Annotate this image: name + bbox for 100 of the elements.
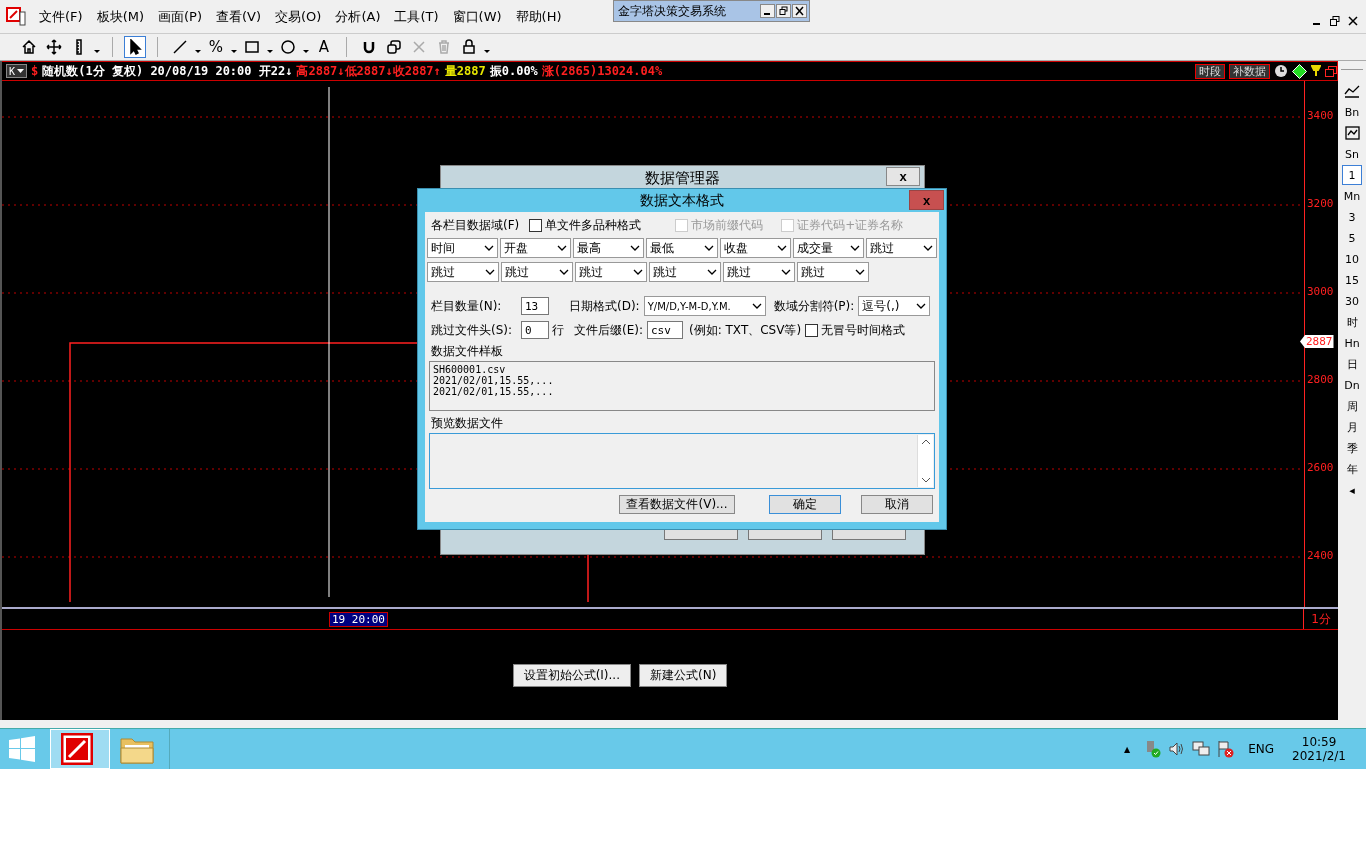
diamond-icon[interactable] — [1292, 63, 1307, 79]
flag-icon[interactable] — [1216, 740, 1235, 758]
axis-label: 3400 — [1307, 109, 1334, 122]
axis-label: 2800 — [1307, 373, 1334, 386]
period-button[interactable]: 30 — [1342, 291, 1362, 311]
dropdown[interactable]: Y/M/D,Y-M-D,Y.M. — [643, 296, 766, 316]
close-icon[interactable] — [1348, 15, 1358, 26]
chevron-icon — [559, 269, 569, 275]
menu-item[interactable]: 窗口(W) — [445, 7, 509, 26]
wave-chart-icon[interactable] — [1342, 123, 1362, 143]
input-field[interactable]: 0 — [521, 321, 549, 339]
window-icon[interactable] — [1325, 65, 1337, 77]
scroll-down-icon[interactable] — [920, 477, 931, 483]
chevron-icon — [923, 245, 933, 251]
window-title: 金字塔决策交易系统 — [618, 2, 727, 20]
dropdown[interactable]: 最低 — [646, 238, 718, 258]
period-button[interactable]: 季 — [1342, 438, 1362, 458]
input-field[interactable]: csv — [647, 321, 683, 339]
period-button[interactable]: 时 — [1342, 312, 1362, 332]
dropdown[interactable]: 跳过 — [649, 262, 721, 282]
period-button[interactable]: ◂ — [1342, 480, 1362, 500]
period-button[interactable]: 月 — [1342, 417, 1362, 437]
chart-button[interactable]: 补数据 — [1229, 63, 1270, 79]
minimize-icon[interactable] — [760, 4, 775, 18]
mode-selector[interactable]: K — [6, 64, 28, 78]
dropdown[interactable]: 跳过 — [865, 238, 937, 258]
period-button[interactable]: 10 — [1342, 249, 1362, 269]
period-button[interactable]: 15 — [1342, 270, 1362, 290]
menu-item[interactable]: 文件(F) — [32, 7, 90, 26]
close-button[interactable]: x — [909, 190, 944, 210]
close-button[interactable]: x — [886, 167, 920, 186]
menu-item[interactable]: 画面(P) — [151, 7, 209, 26]
period-button[interactable]: 周 — [1342, 396, 1362, 416]
app-icon[interactable] — [50, 729, 110, 769]
menu-item[interactable]: 交易(O) — [268, 7, 329, 26]
scrollbar[interactable] — [917, 435, 933, 487]
checkbox-label: 证券代码+证券名称 — [797, 216, 904, 234]
dialog-button[interactable]: 确定 — [769, 495, 841, 514]
quote-text: 涨(2865)13024.04% — [541, 62, 663, 80]
pointer-icon[interactable] — [124, 36, 146, 58]
checkbox[interactable] — [805, 323, 819, 337]
field-label: 栏目数量(N): — [431, 297, 503, 315]
toolbar-button[interactable]: % — [205, 36, 227, 58]
period-button[interactable]: 5 — [1342, 228, 1362, 248]
caret-icon[interactable] — [17, 68, 25, 74]
menu-item[interactable]: 工具(T) — [387, 7, 446, 26]
period-button[interactable]: Dn — [1342, 375, 1362, 395]
scroll-up-icon[interactable] — [920, 439, 931, 445]
language-indicator[interactable]: ENG — [1248, 742, 1275, 756]
period-button[interactable]: Bn — [1342, 102, 1362, 122]
input-field[interactable]: 13 — [521, 297, 549, 315]
unit-label: 行 — [552, 321, 564, 339]
field-label: 文件后缀(E): — [574, 321, 643, 339]
menu-item[interactable]: 查看(V) — [209, 7, 269, 26]
close-icon[interactable] — [792, 4, 807, 18]
restore-icon[interactable] — [1330, 15, 1340, 26]
menu-item[interactable]: 帮助(H) — [508, 7, 569, 26]
chart-button[interactable]: 时段 — [1195, 63, 1225, 79]
checkbox[interactable] — [529, 218, 543, 232]
dropdown[interactable]: 跳过 — [501, 262, 573, 282]
minimized-window[interactable]: 金字塔决策交易系统 — [613, 0, 810, 22]
quote-text: 量2887 — [444, 62, 486, 80]
sample-text-box[interactable]: SH600001.csv 2021/02/01,15.55,... 2021/02/01,15.55,... — [429, 361, 935, 411]
period-button[interactable]: 1 — [1342, 165, 1362, 185]
tray-expand-button[interactable]: ▲ — [1124, 744, 1131, 754]
period-button[interactable]: Hn — [1342, 333, 1362, 353]
dropdown[interactable]: 跳过 — [575, 262, 647, 282]
period-button[interactable]: Sn — [1342, 144, 1362, 164]
clock-time: 10:59 — [1301, 735, 1337, 749]
clock-icon[interactable] — [1274, 64, 1288, 78]
chevron-icon — [751, 303, 762, 309]
preview-text-box[interactable] — [429, 433, 935, 489]
dropdown[interactable]: 成交量 — [792, 238, 864, 258]
formula-button[interactable]: 新建公式(N) — [639, 664, 728, 687]
period-button[interactable]: 3 — [1342, 207, 1362, 227]
chevron-icon — [485, 269, 495, 275]
dropdown[interactable]: 跳过 — [723, 262, 795, 282]
network-icon[interactable] — [1192, 740, 1211, 758]
dropdown[interactable]: 跳过 — [797, 262, 869, 282]
dropdown[interactable]: 跳过 — [427, 262, 499, 282]
dropdown[interactable]: 开盘 — [500, 238, 572, 258]
dropdown[interactable]: 逗号(,) — [858, 296, 931, 316]
period-button[interactable]: Mn — [1342, 186, 1362, 206]
dialog-title: 数据文本格式 — [640, 191, 724, 210]
dropdown[interactable]: 收盘 — [719, 238, 791, 258]
menu-item[interactable]: 板块(M) — [89, 7, 151, 26]
dialog-button[interactable]: 取消 — [861, 495, 933, 514]
quote-text: 高2887↓低2887↓收2887↑ — [296, 62, 441, 80]
dialog-button[interactable]: 查看数据文件(V)... — [619, 495, 735, 514]
section-label: 数据文件样板 — [431, 343, 504, 360]
restore-icon[interactable] — [776, 4, 791, 18]
dialog-title: 数据管理器 — [645, 168, 720, 188]
quote-text: 随机数(1分 复权) 20/08/19 20:00 开22↓ — [42, 62, 293, 80]
period-button[interactable]: 年 — [1342, 459, 1362, 479]
menu-item[interactable]: 分析(A) — [328, 7, 388, 26]
period-button[interactable]: 日 — [1342, 354, 1362, 374]
toolbar-button[interactable]: A — [313, 36, 335, 58]
formula-button[interactable]: 设置初始公式(I)... — [512, 664, 631, 687]
dropdown[interactable]: 时间 — [427, 238, 499, 258]
dropdown[interactable]: 最高 — [573, 238, 645, 258]
